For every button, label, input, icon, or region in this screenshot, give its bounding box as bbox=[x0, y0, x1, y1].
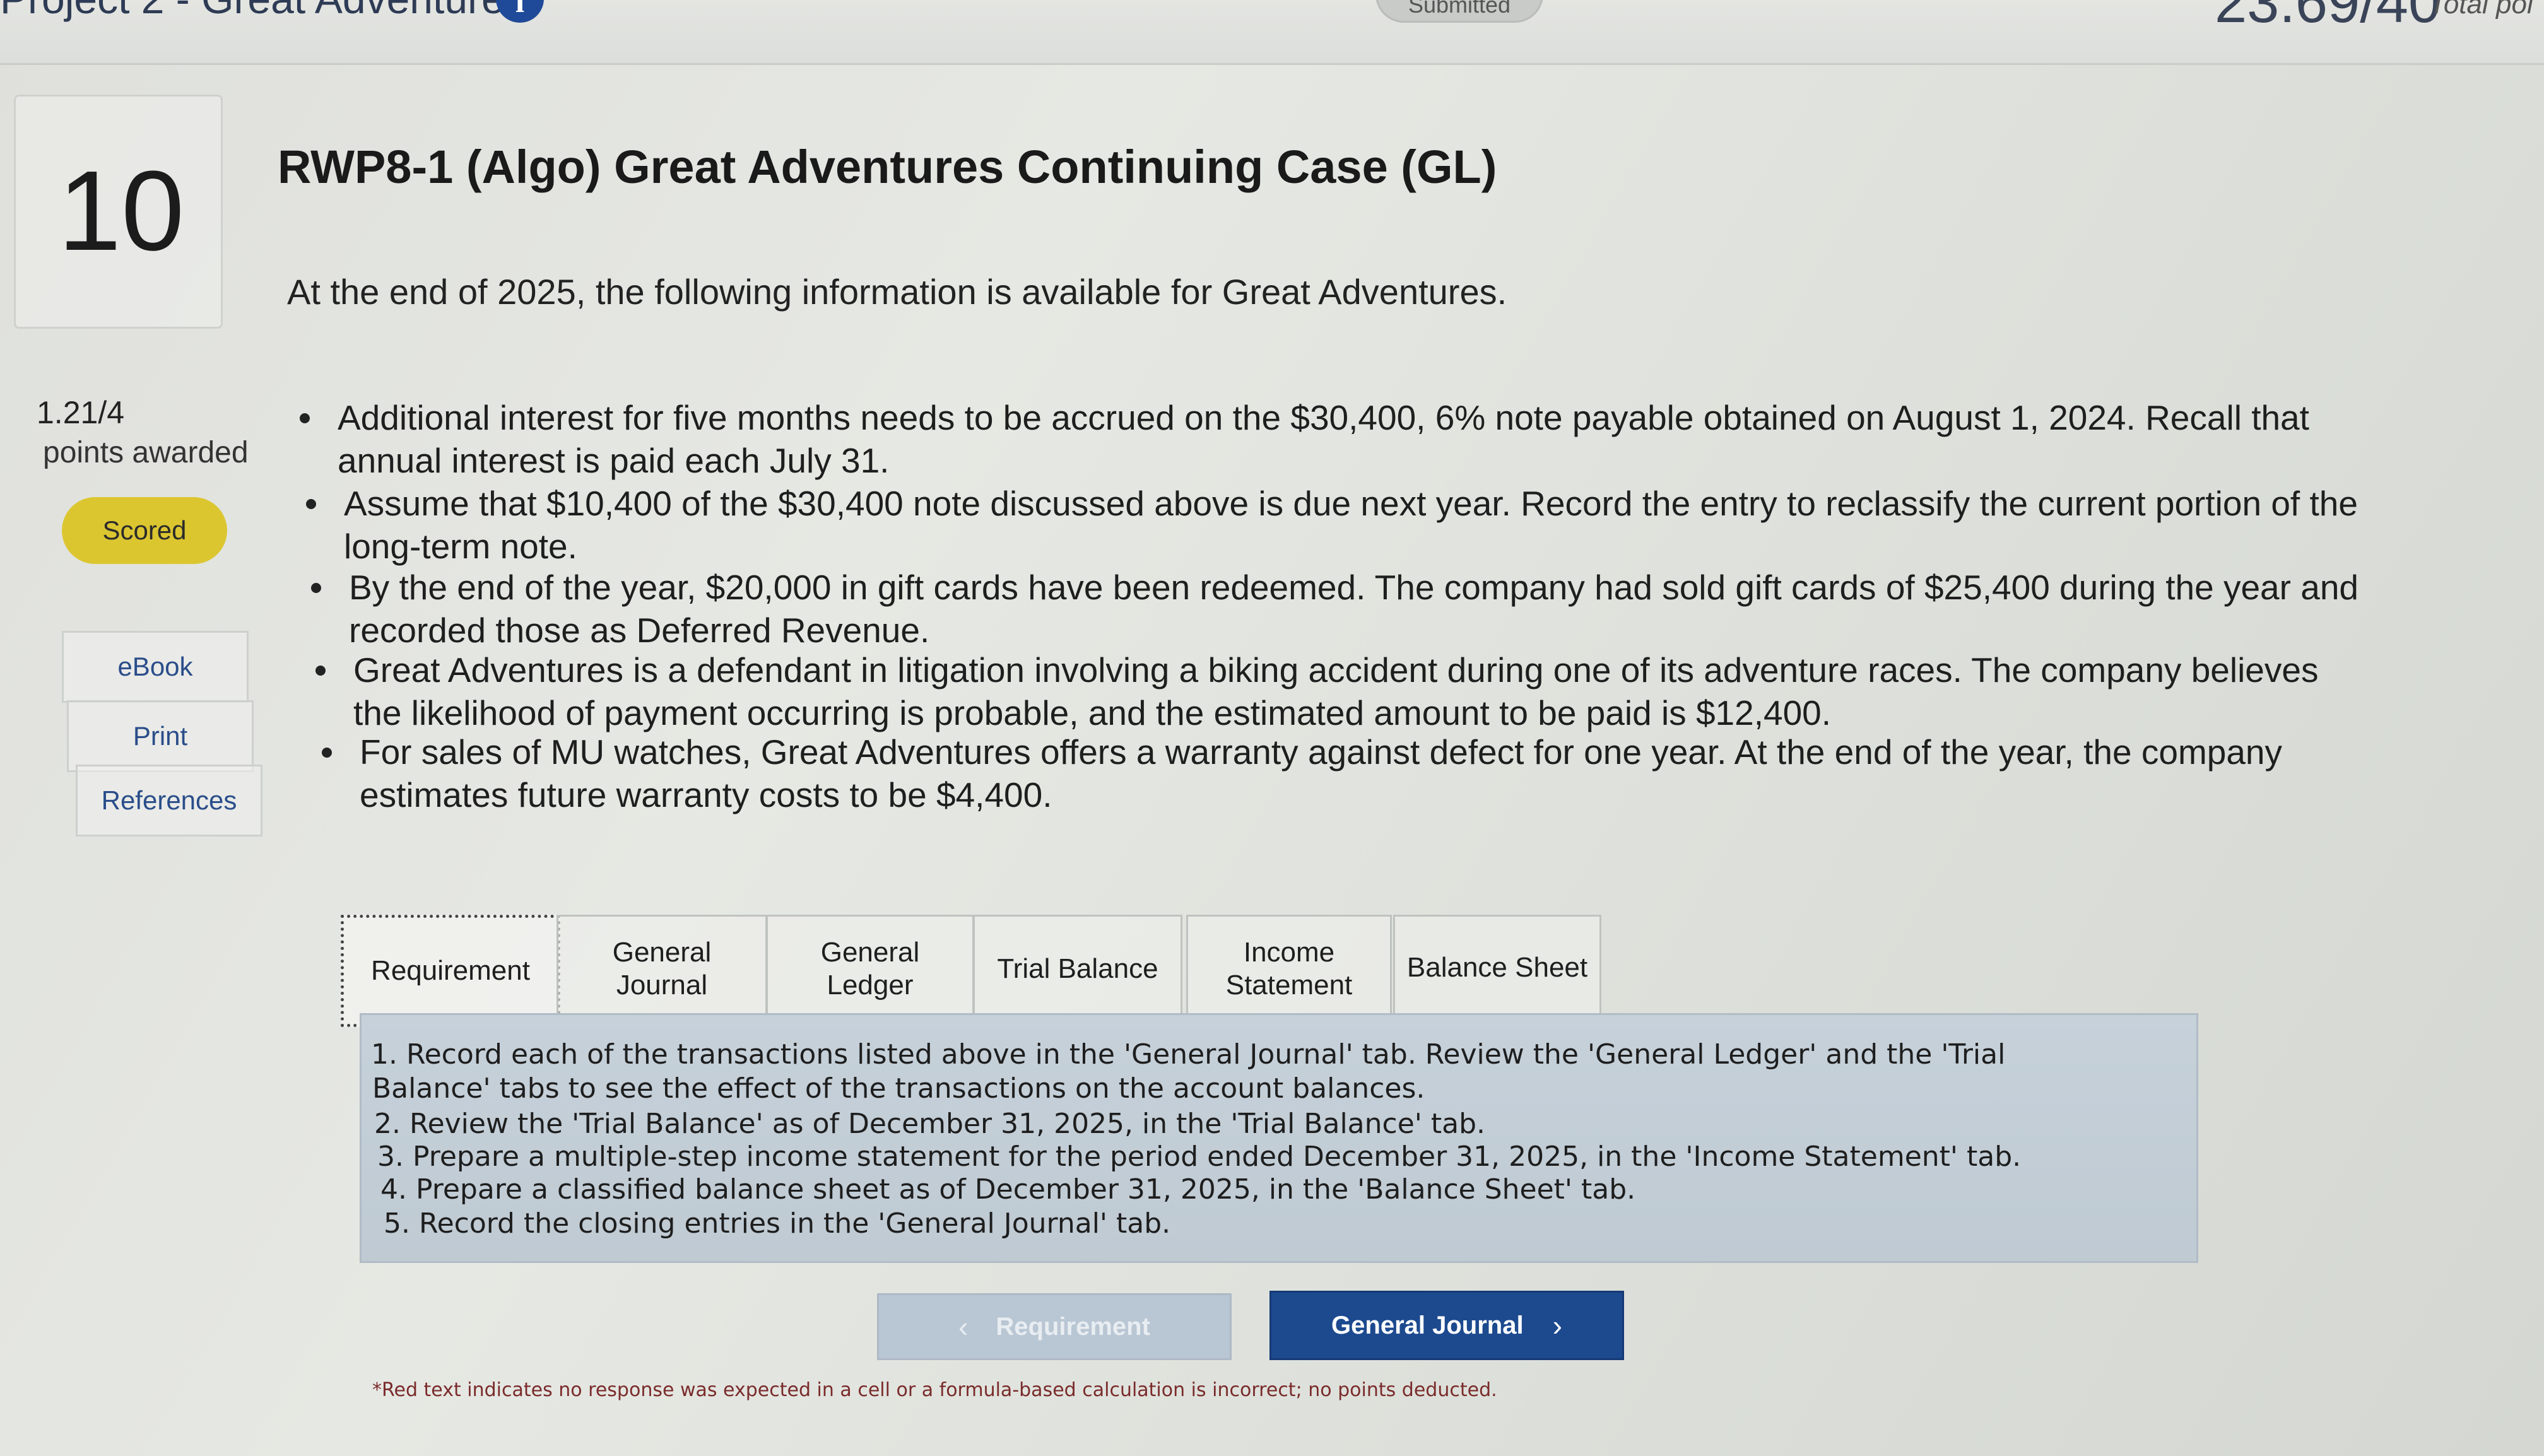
tab-label: Requirement bbox=[371, 955, 530, 986]
total-points-label: Total poi bbox=[2429, 0, 2533, 20]
bullet-item: Assume that $10,400 of the $30,400 note … bbox=[306, 482, 2358, 568]
tab-label: Statement bbox=[1225, 970, 1353, 1001]
tab-balance-sheet[interactable]: Balance Sheet bbox=[1393, 915, 1601, 1019]
requirement-line: 3. Prepare a multiple-step income statem… bbox=[377, 1141, 2022, 1173]
chevron-right-icon: › bbox=[1552, 1309, 1562, 1342]
references-button[interactable]: References bbox=[76, 765, 262, 837]
status-badge: Scored bbox=[62, 497, 227, 564]
requirement-line: 1. Record each of the transactions liste… bbox=[371, 1038, 2006, 1071]
bullet-item: Additional interest for five months need… bbox=[300, 396, 2309, 482]
bullet-line: annual interest is paid each July 31. bbox=[338, 441, 890, 480]
tab-label: Journal bbox=[616, 970, 708, 1001]
points-awarded-label: points awarded bbox=[43, 436, 249, 469]
requirement-line: 2. Review the 'Trial Balance' as of Dece… bbox=[374, 1108, 1486, 1140]
previous-tab-button[interactable]: ‹ Requirement bbox=[877, 1293, 1232, 1360]
tab-label: Trial Balance bbox=[997, 953, 1158, 984]
points-value: 1.21/4 bbox=[37, 395, 125, 430]
tab-general-ledger[interactable]: General Ledger bbox=[766, 915, 974, 1021]
bullet-line: Additional interest for five months need… bbox=[338, 398, 2309, 437]
bullet-line: By the end of the year, $20,000 in gift … bbox=[349, 568, 2359, 607]
tab-trial-balance[interactable]: Trial Balance bbox=[973, 915, 1182, 1021]
requirement-line: 4. Prepare a classified balance sheet as… bbox=[380, 1173, 1636, 1206]
tab-label: Ledger bbox=[827, 970, 914, 1001]
bullet-item: For sales of MU watches, Great Adventure… bbox=[321, 731, 2283, 816]
top-bar: Project 2 - Great Adventures i Submitted… bbox=[0, 0, 2544, 65]
bullet-line: the likelihood of payment occurring is p… bbox=[353, 693, 1832, 732]
question-intro: At the end of 2025, the following inform… bbox=[287, 272, 1507, 312]
next-tab-label: General Journal bbox=[1331, 1311, 1524, 1339]
question-title: RWP8-1 (Algo) Great Adventures Continuin… bbox=[278, 141, 1497, 193]
previous-tab-label: Requirement bbox=[996, 1312, 1150, 1341]
tab-income-statement[interactable]: Income Statement bbox=[1186, 915, 1392, 1021]
submitted-badge: Submitted bbox=[1375, 0, 1543, 23]
question-number: 10 bbox=[58, 148, 185, 274]
footnote: *Red text indicates no response was expe… bbox=[372, 1379, 1497, 1401]
tab-label: Balance Sheet bbox=[1406, 952, 1588, 983]
chevron-left-icon: ‹ bbox=[958, 1310, 969, 1343]
total-score: 23.69/40 bbox=[2215, 0, 2441, 35]
next-tab-button[interactable]: General Journal › bbox=[1269, 1291, 1624, 1360]
tab-label: General bbox=[612, 937, 712, 968]
ebook-button[interactable]: eBook bbox=[62, 631, 249, 703]
bullet-line: For sales of MU watches, Great Adventure… bbox=[360, 732, 2283, 772]
bullet-line: estimates future warranty costs to be $4… bbox=[360, 775, 1052, 814]
tab-label: Income bbox=[1243, 937, 1335, 968]
tab-label: General bbox=[820, 937, 920, 968]
requirement-line: Balance' tabs to see the effect of the t… bbox=[372, 1072, 1425, 1105]
print-button[interactable]: Print bbox=[67, 700, 254, 772]
bullet-item: By the end of the year, $20,000 in gift … bbox=[310, 566, 2359, 652]
bullet-item: Great Adventures is a defendant in litig… bbox=[315, 649, 2319, 734]
project-title: Project 2 - Great Adventures bbox=[0, 0, 526, 23]
requirement-line: 5. Record the closing entries in the 'Ge… bbox=[384, 1207, 1171, 1240]
bullet-line: recorded those as Deferred Revenue. bbox=[349, 611, 930, 650]
bullet-line: Great Adventures is a defendant in litig… bbox=[353, 650, 2319, 690]
tab-requirement[interactable]: Requirement bbox=[341, 915, 560, 1027]
bullet-line: Assume that $10,400 of the $30,400 note … bbox=[344, 484, 2358, 523]
bullet-line: long-term note. bbox=[344, 527, 577, 566]
tab-general-journal[interactable]: General Journal bbox=[556, 915, 767, 1021]
